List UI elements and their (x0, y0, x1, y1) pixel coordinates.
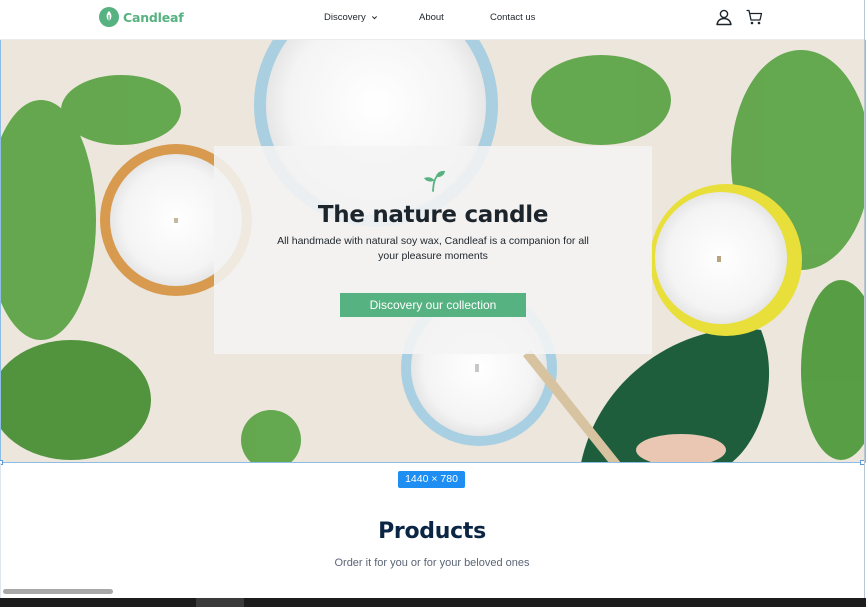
frame-size-badge: 1440 × 780 (398, 471, 465, 488)
horizontal-scrollbar-thumb[interactable] (3, 589, 113, 594)
frame-edge-line (864, 0, 865, 598)
products-title: Products (378, 519, 486, 544)
hero-title: The nature candle (317, 202, 549, 228)
products-subtitle: Order it for you or for your beloved one… (334, 557, 530, 569)
discovery-collection-button[interactable]: Discovery our collection (340, 293, 526, 317)
site-header: Candleaf Discovery About Contact us (0, 0, 866, 40)
user-icon[interactable] (715, 8, 733, 26)
chevron-down-icon (371, 16, 377, 20)
nav-item-label: About (419, 12, 444, 23)
hero-card: The nature candle All handmade with natu… (214, 146, 652, 354)
main-nav: Discovery About Contact us (0, 12, 866, 26)
nav-item-about[interactable]: About (419, 12, 444, 23)
nav-item-contact[interactable]: Contact us (490, 12, 535, 23)
nav-item-label: Discovery (324, 12, 366, 23)
nav-item-discovery[interactable]: Discovery (324, 12, 378, 23)
hero-section: The nature candle All handmade with natu… (0, 40, 866, 463)
frame-edge-line (0, 463, 1, 598)
nav-item-label: Contact us (490, 12, 536, 23)
bottom-toolbar-tab[interactable] (196, 598, 244, 607)
cart-icon[interactable] (745, 8, 763, 26)
bottom-toolbar-strip (0, 598, 866, 607)
sprout-icon (424, 170, 445, 192)
hero-subtitle: All handmade with natural soy wax, Candl… (277, 235, 589, 262)
